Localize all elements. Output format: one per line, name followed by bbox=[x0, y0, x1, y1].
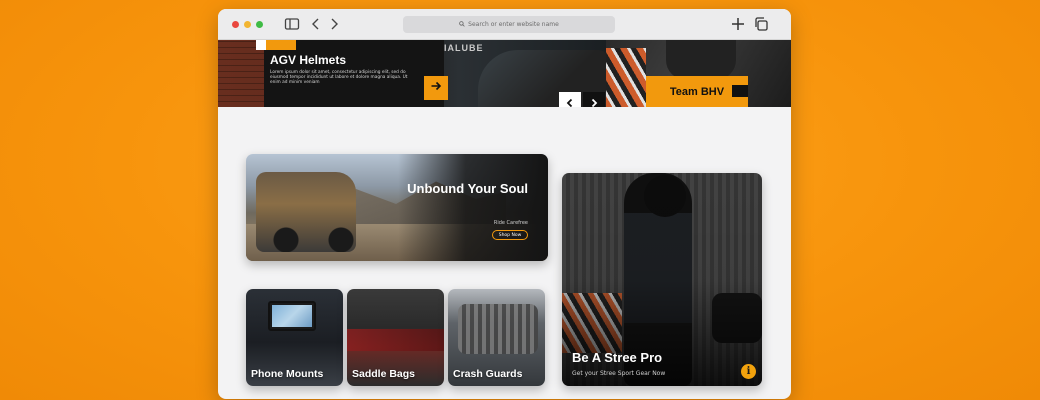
new-tab-icon[interactable] bbox=[730, 16, 746, 32]
pro-card-title: Be A Stree Pro bbox=[572, 350, 663, 365]
minimize-window-button[interactable] bbox=[244, 21, 251, 28]
banner-title: Unbound Your Soul bbox=[407, 181, 528, 196]
category-label: Phone Mounts bbox=[251, 368, 324, 380]
hero-description: Lorem ipsum dolor sit amet, consectetur … bbox=[270, 70, 408, 85]
shop-now-button[interactable]: Shop Now bbox=[492, 230, 528, 240]
rider-image bbox=[666, 40, 736, 80]
maximize-window-button[interactable] bbox=[256, 21, 263, 28]
hero-title: AGV Helmets bbox=[270, 53, 347, 67]
forward-icon[interactable] bbox=[326, 16, 342, 32]
browser-toolbar: Search or enter website name bbox=[218, 9, 791, 40]
brick-wall-image bbox=[218, 40, 264, 107]
arrow-right-icon bbox=[430, 80, 442, 96]
back-icon[interactable] bbox=[308, 16, 324, 32]
address-bar[interactable]: Search or enter website name bbox=[403, 16, 615, 33]
pro-card-subtitle: Get your Stree Sport Gear Now bbox=[572, 370, 666, 377]
address-placeholder: Search or enter website name bbox=[468, 21, 559, 28]
bike-tank-text: IALUBE bbox=[444, 43, 484, 53]
sidebar-icon[interactable] bbox=[284, 16, 300, 32]
category-label: Crash Guards bbox=[453, 368, 523, 380]
loaded-motorcycle-image bbox=[256, 172, 356, 252]
banner-subtitle: Ride Carefree bbox=[493, 220, 528, 226]
promo-banner[interactable]: Unbound Your Soul Ride Carefree Shop Now bbox=[246, 154, 548, 261]
tabs-icon[interactable] bbox=[753, 16, 769, 32]
category-label: Saddle Bags bbox=[352, 368, 416, 380]
next-slide-preview[interactable]: Team BHV bbox=[606, 40, 791, 107]
close-window-button[interactable] bbox=[232, 21, 239, 28]
category-tile-phone-mounts[interactable]: Phone Mounts bbox=[246, 289, 343, 386]
carousel-next-button[interactable] bbox=[583, 92, 605, 107]
chevron-left-icon bbox=[565, 97, 575, 108]
search-icon bbox=[459, 20, 465, 29]
pro-promo-card[interactable]: Be A Stree Pro Get your Stree Sport Gear… bbox=[562, 173, 762, 386]
map-image bbox=[272, 305, 312, 327]
category-tile-crash-guards[interactable]: Crash Guards bbox=[448, 289, 545, 386]
category-tile-saddle-bags[interactable]: Saddle Bags bbox=[347, 289, 444, 386]
banner-overlay bbox=[398, 154, 548, 261]
carousel-prev-button[interactable] bbox=[559, 92, 581, 107]
saddle-bag-image bbox=[347, 329, 444, 351]
hero-slide: IALUBE AGV Helmets Lorem ipsum dolor sit… bbox=[218, 40, 608, 107]
hero-carousel: IALUBE AGV Helmets Lorem ipsum dolor sit… bbox=[218, 40, 791, 107]
crash-guard-image bbox=[458, 304, 538, 354]
phone-mount-image bbox=[268, 301, 316, 331]
info-icon[interactable]: i bbox=[741, 364, 756, 379]
hero-arrow-button[interactable] bbox=[424, 76, 448, 100]
motorcycle-image bbox=[606, 48, 646, 107]
hero-accent-corner bbox=[256, 40, 266, 50]
next-slide-accent bbox=[732, 85, 748, 97]
chevron-right-icon bbox=[589, 97, 599, 108]
browser-window: Search or enter website name IALUBE AGV … bbox=[218, 9, 791, 399]
